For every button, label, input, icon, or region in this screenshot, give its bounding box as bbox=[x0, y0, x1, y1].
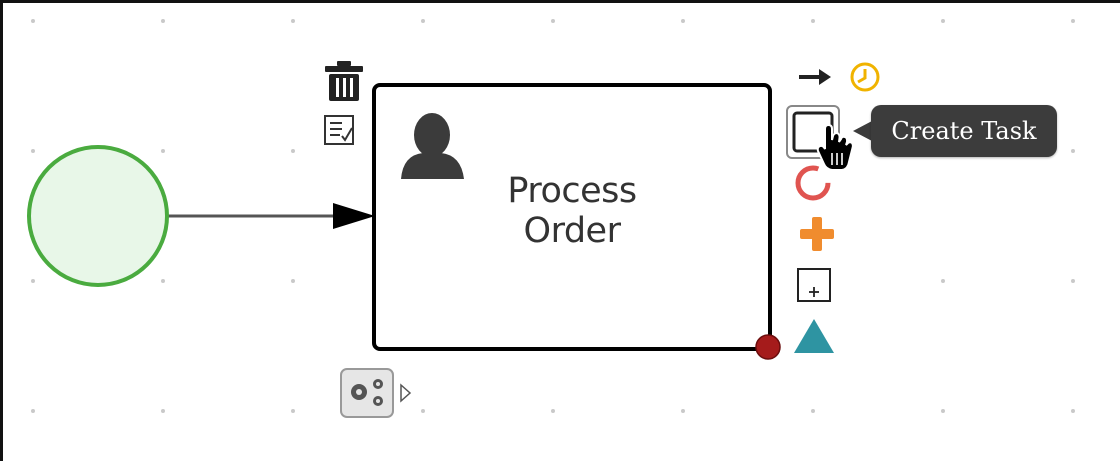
grid-dot bbox=[161, 409, 165, 413]
grid-dot bbox=[291, 19, 295, 23]
grid-dot bbox=[941, 19, 945, 23]
task-label-line1: Process bbox=[507, 171, 637, 211]
grid-dot bbox=[291, 409, 295, 413]
properties-icon[interactable] bbox=[324, 115, 354, 145]
grid-dot bbox=[161, 279, 165, 283]
grid-dot bbox=[1071, 409, 1075, 413]
grid-dot bbox=[421, 19, 425, 23]
grid-dot bbox=[1071, 279, 1075, 283]
gears-icon[interactable] bbox=[340, 368, 394, 418]
end-event-icon[interactable] bbox=[795, 165, 831, 201]
gateway-plus-icon[interactable] bbox=[800, 217, 834, 251]
grid-dot bbox=[421, 409, 425, 413]
arrow-right-icon[interactable] bbox=[799, 69, 831, 85]
sequence-flow[interactable] bbox=[167, 203, 375, 229]
grid-dot bbox=[681, 409, 685, 413]
chevron-right-icon[interactable] bbox=[400, 383, 412, 403]
triangle-icon[interactable] bbox=[794, 319, 834, 353]
grid-dot bbox=[811, 19, 815, 23]
task-label: Process Order bbox=[375, 171, 769, 251]
grid-dot bbox=[551, 19, 555, 23]
subprocess-icon[interactable] bbox=[797, 268, 831, 302]
grid-dot bbox=[31, 409, 35, 413]
grid-dot bbox=[1071, 19, 1075, 23]
tooltip-arrow bbox=[853, 121, 872, 141]
boundary-event-handle[interactable] bbox=[755, 334, 781, 360]
tooltip: Create Task bbox=[871, 105, 1057, 157]
grid-dot bbox=[941, 409, 945, 413]
grid-dot bbox=[291, 279, 295, 283]
start-event[interactable] bbox=[27, 145, 169, 287]
grid-dot bbox=[161, 149, 165, 153]
task-label-line2: Order bbox=[523, 211, 621, 251]
grid-dot bbox=[941, 279, 945, 283]
grid-dot bbox=[31, 19, 35, 23]
tooltip-text: Create Task bbox=[891, 117, 1037, 145]
diagram-canvas[interactable]: Process Order Create Task bbox=[0, 0, 1120, 461]
grid-dot bbox=[161, 19, 165, 23]
grid-dot bbox=[811, 409, 815, 413]
grid-dot bbox=[31, 149, 35, 153]
grid-dot bbox=[681, 19, 685, 23]
grid-dot bbox=[1071, 149, 1075, 153]
grid-dot bbox=[551, 409, 555, 413]
grid-dot bbox=[291, 149, 295, 153]
grid-dot bbox=[31, 279, 35, 283]
clock-icon[interactable] bbox=[850, 62, 880, 92]
trash-icon[interactable] bbox=[325, 61, 363, 101]
